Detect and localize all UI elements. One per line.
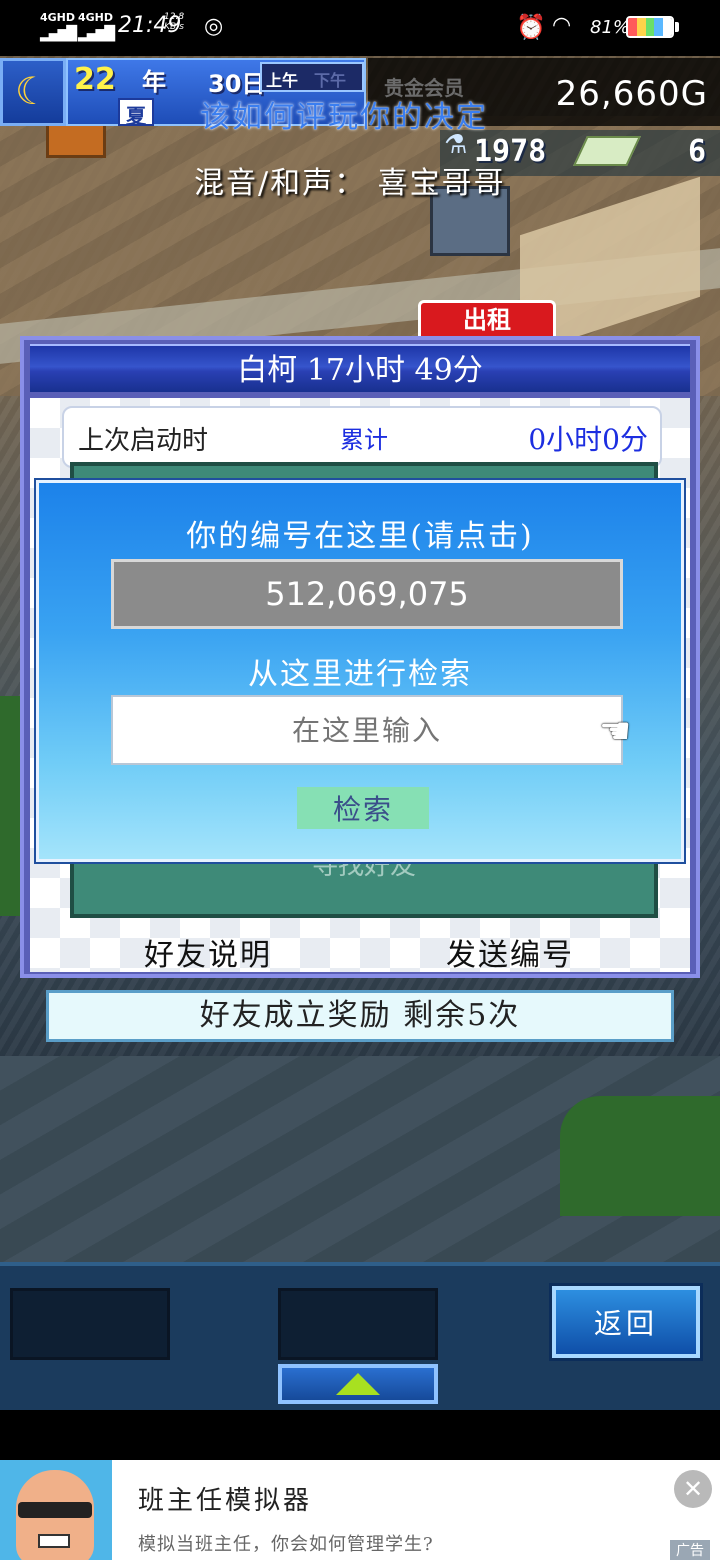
season-badge: 夏 — [118, 98, 154, 128]
expand-menu-button[interactable] — [278, 1364, 438, 1404]
hedge-right — [560, 1096, 720, 1216]
battery-tip — [675, 22, 679, 32]
last-launch-label: 上次启动时 — [78, 426, 209, 456]
player-id-box[interactable]: 512,069,075 — [111, 559, 623, 629]
up-arrow-icon — [336, 1373, 380, 1395]
year-unit: 年 — [142, 68, 166, 96]
app-notification-icon: ◎ — [204, 14, 224, 39]
close-icon[interactable]: ✕ — [674, 1470, 712, 1508]
ad-banner[interactable]: 班主任模拟器 模拟当班主任，你会如何管理学生? ✕ 广告 — [0, 1460, 720, 1560]
glasses — [18, 1502, 92, 1518]
song-title-overlay: 该如何评玩你的决定 — [200, 100, 488, 135]
bottom-menu: 返回 — [0, 1262, 720, 1410]
total-label: 累计 — [340, 426, 388, 454]
am-label: 上午 — [266, 71, 299, 90]
friend-id-input[interactable] — [111, 695, 623, 765]
am-pm-indicator: 上午 下午 — [260, 62, 364, 92]
search-title: 从这里进行检索 — [248, 657, 472, 692]
mouth — [38, 1534, 70, 1548]
send-code-button[interactable]: 发送编号 — [446, 930, 574, 974]
menu-slot-2[interactable] — [278, 1288, 438, 1360]
song-credit-overlay: 混音/和声： 喜宝哥哥 — [194, 166, 506, 201]
playtime-row: 上次启动时 累计 0小时0分 — [62, 406, 662, 468]
ad-tag: 广告 — [670, 1540, 710, 1560]
menu-slot-1[interactable] — [10, 1288, 170, 1360]
money-amount: 26,660G — [555, 74, 708, 114]
pm-label: 下午 — [314, 71, 347, 90]
alarm-icon: ⏰ — [516, 13, 546, 41]
status-bar: 4GHD ▂▄▆█ 4GHD ▂▄▆█ 21:49 12.8 KB/s ◎ ⏰ … — [0, 0, 720, 56]
panel-title: 白柯 17小时 49分 — [30, 344, 690, 392]
pointing-hand-icon: ☚ — [599, 711, 632, 752]
signal-bars-icon-1: ▂▄▆█ — [40, 26, 77, 42]
ad-description: 模拟当班主任，你会如何管理学生? — [138, 1534, 434, 1555]
friend-reward-bar: 好友成立奖励 剩余5次 — [46, 990, 674, 1042]
ticket-count: 6 — [687, 134, 706, 169]
ad-title: 班主任模拟器 — [138, 1486, 313, 1516]
friend-info-button[interactable]: 好友说明 — [144, 930, 272, 974]
wifi-icon: ◠ — [552, 13, 572, 38]
total-value: 0小时0分 — [528, 423, 648, 456]
battery-icon — [626, 16, 674, 38]
search-button[interactable]: 检索 — [297, 787, 429, 829]
network-type-1: 4GHD — [40, 11, 76, 24]
network-speed: 12.8 KB/s — [164, 12, 185, 32]
year-number: 22 — [74, 62, 116, 97]
moon-icon: ☾ — [15, 69, 50, 113]
signal-bars-icon-2: ▂▄▆█ — [78, 26, 115, 42]
your-id-title: 你的编号在这里(请点击) — [186, 519, 534, 554]
back-button[interactable]: 返回 — [552, 1286, 700, 1358]
friend-search-dialog: 你的编号在这里(请点击) 512,069,075 从这里进行检索 ☚ 检索 — [36, 480, 684, 862]
ticket-icon — [573, 136, 641, 166]
ad-avatar — [0, 1460, 112, 1560]
rent-badge[interactable]: 出租 — [418, 300, 556, 338]
network-type-2: 4GHD — [78, 11, 114, 24]
time-of-day-indicator: ☾ — [0, 58, 66, 126]
battery-percent: 81% — [590, 17, 631, 38]
